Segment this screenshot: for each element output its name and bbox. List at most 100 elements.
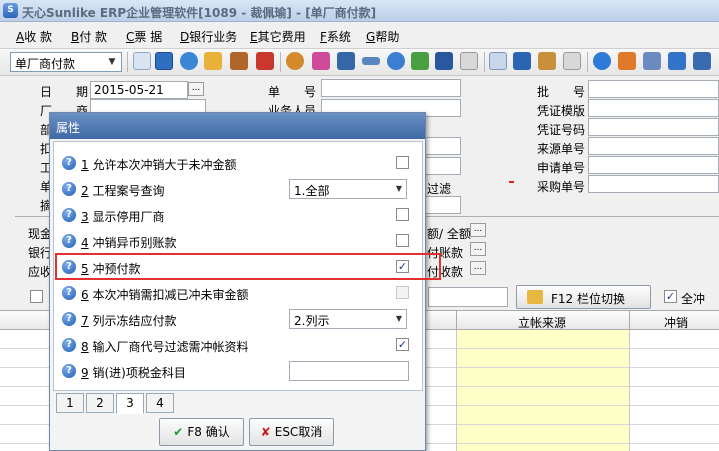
users-icon[interactable] xyxy=(286,52,304,70)
grid-header-offset[interactable]: 冲销 xyxy=(664,314,688,331)
frozen-payable-select[interactable]: 2.列示 ▼ xyxy=(289,309,407,329)
purchase-no-input[interactable] xyxy=(588,175,719,193)
voucher-no-label: 凭证号码 xyxy=(537,123,586,137)
monitor-icon[interactable] xyxy=(155,52,173,70)
help-icon[interactable]: ? xyxy=(62,156,76,170)
order-no-label: 单 号 xyxy=(268,85,317,99)
apply-no-input[interactable] xyxy=(588,156,719,174)
network-icon[interactable] xyxy=(693,52,711,70)
menu-help[interactable]: G帮助 xyxy=(366,28,399,45)
property-row-8: ? 8 输入厂商代号过滤需冲帐资料 ✓ xyxy=(54,332,422,358)
confirm-button-label: F8 确认 xyxy=(187,425,230,439)
dialog-tab-2[interactable]: 2 xyxy=(86,393,114,413)
org-chart-icon[interactable] xyxy=(668,52,686,70)
property-checkbox-1[interactable] xyxy=(396,156,409,169)
property-number: 3 xyxy=(81,210,89,224)
property-row-3: ? 3 显示停用厂商 xyxy=(54,202,422,228)
toolbar-separator xyxy=(587,52,588,72)
date-picker-button[interactable]: ... xyxy=(188,82,204,96)
column-divider xyxy=(456,311,457,330)
property-number: 4 xyxy=(81,236,89,250)
f12-button-label: F12 栏位切换 xyxy=(551,292,625,306)
help-icon[interactable]: ? xyxy=(62,364,76,378)
total-more-button[interactable]: ... xyxy=(470,223,486,237)
property-row-9: ? 9 销(进)项税金科目 xyxy=(54,358,422,384)
project-query-select[interactable]: 1.全部 ▼ xyxy=(289,179,407,199)
property-number: 1 xyxy=(81,158,89,172)
cancel-button[interactable]: ✘ ESC取消 xyxy=(249,418,334,446)
book-icon[interactable] xyxy=(337,52,355,70)
menu-bank[interactable]: D银行业务 xyxy=(180,28,237,45)
dialog-tab-4[interactable]: 4 xyxy=(146,393,174,413)
row-checkbox[interactable] xyxy=(30,290,43,303)
help-icon[interactable]: ? xyxy=(62,182,76,196)
box-icon[interactable] xyxy=(538,52,556,70)
pay-account-more-button[interactable]: ... xyxy=(470,242,486,256)
help-icon[interactable]: ? xyxy=(62,208,76,222)
voucher-template-label: 凭证模版 xyxy=(537,104,586,118)
chevron-down-icon: ▼ xyxy=(395,184,402,193)
voucher-no-input[interactable] xyxy=(588,118,719,136)
column-switch-icon xyxy=(527,290,543,304)
dollar-icon[interactable] xyxy=(411,52,429,70)
row-input[interactable] xyxy=(428,287,508,307)
all-offset-checkbox[interactable]: ✓ xyxy=(664,290,677,303)
source-no-input[interactable] xyxy=(588,137,719,155)
property-number: 2 xyxy=(81,184,89,198)
error-mark xyxy=(509,181,514,183)
bell-icon[interactable] xyxy=(618,52,636,70)
property-checkbox-4[interactable] xyxy=(396,234,409,247)
edit-icon[interactable] xyxy=(489,52,507,70)
batch-input[interactable] xyxy=(588,80,719,98)
menu-system[interactable]: F系统 xyxy=(320,28,351,45)
cart-icon[interactable] xyxy=(435,52,453,70)
help-icon[interactable] xyxy=(387,52,405,70)
menu-payment[interactable]: B付 款 xyxy=(71,28,107,45)
filter-button[interactable]: 过滤 xyxy=(427,180,451,197)
help-icon[interactable]: ? xyxy=(62,312,76,326)
menu-notes[interactable]: C票 据 xyxy=(126,28,162,45)
dialog-tab-1[interactable]: 1 xyxy=(56,393,84,413)
order-no-input[interactable] xyxy=(321,79,461,97)
list-icon[interactable] xyxy=(513,52,531,70)
menu-other-fees[interactable]: E其它费用 xyxy=(250,28,306,45)
date-input[interactable]: 2015-05-21 xyxy=(90,81,188,99)
grid-line xyxy=(629,330,630,451)
cancel-button-label: ESC取消 xyxy=(274,425,323,439)
menu-bar: A收 款 B付 款 C票 据 D银行业务 E其它费用 F系统 G帮助 xyxy=(0,24,719,46)
toolbar-separator xyxy=(280,52,281,72)
check-icon: ✔ xyxy=(173,425,184,439)
property-label: 本次冲销需扣减已冲未审金额 xyxy=(92,288,249,302)
tax-account-input[interactable] xyxy=(289,361,409,381)
app-icon: S xyxy=(3,3,18,18)
help-icon[interactable]: ? xyxy=(62,338,76,352)
grid-header-source[interactable]: 立帐来源 xyxy=(518,314,566,331)
voucher-template-input[interactable] xyxy=(588,99,719,117)
f12-column-switch-button[interactable]: F12 栏位切换 xyxy=(516,285,651,309)
property-row-6: ? 6 本次冲销需扣减已冲未审金额 xyxy=(54,280,422,306)
check-circle-icon[interactable] xyxy=(593,52,611,70)
help-icon[interactable]: ? xyxy=(62,234,76,248)
help-icon[interactable]: ? xyxy=(62,286,76,300)
chevron-down-icon[interactable]: ▼ xyxy=(104,54,120,70)
key-icon[interactable] xyxy=(362,57,380,65)
contacts-icon[interactable] xyxy=(312,52,330,70)
search-doc-icon[interactable] xyxy=(643,52,661,70)
briefcase-icon[interactable] xyxy=(230,52,248,70)
house-icon[interactable] xyxy=(256,52,274,70)
pay-receipt-more-button[interactable]: ... xyxy=(470,261,486,275)
dialog-title[interactable]: 属性 xyxy=(50,113,425,139)
property-number: 6 xyxy=(81,288,89,302)
grid-icon[interactable] xyxy=(460,52,478,70)
confirm-button[interactable]: ✔ F8 确认 xyxy=(159,418,244,446)
menu-receipt[interactable]: A收 款 xyxy=(16,28,52,45)
copy-icon[interactable] xyxy=(563,52,581,70)
property-row-4: ? 4 冲销异币别账款 xyxy=(54,228,422,254)
property-checkbox-3[interactable] xyxy=(396,208,409,221)
lock-icon[interactable] xyxy=(204,52,222,70)
property-checkbox-8[interactable]: ✓ xyxy=(396,338,409,351)
column-icon[interactable] xyxy=(133,52,151,70)
globe-icon[interactable] xyxy=(180,52,198,70)
property-label: 输入厂商代号过滤需冲帐资料 xyxy=(92,340,249,354)
dialog-tab-3[interactable]: 3 xyxy=(116,393,144,414)
